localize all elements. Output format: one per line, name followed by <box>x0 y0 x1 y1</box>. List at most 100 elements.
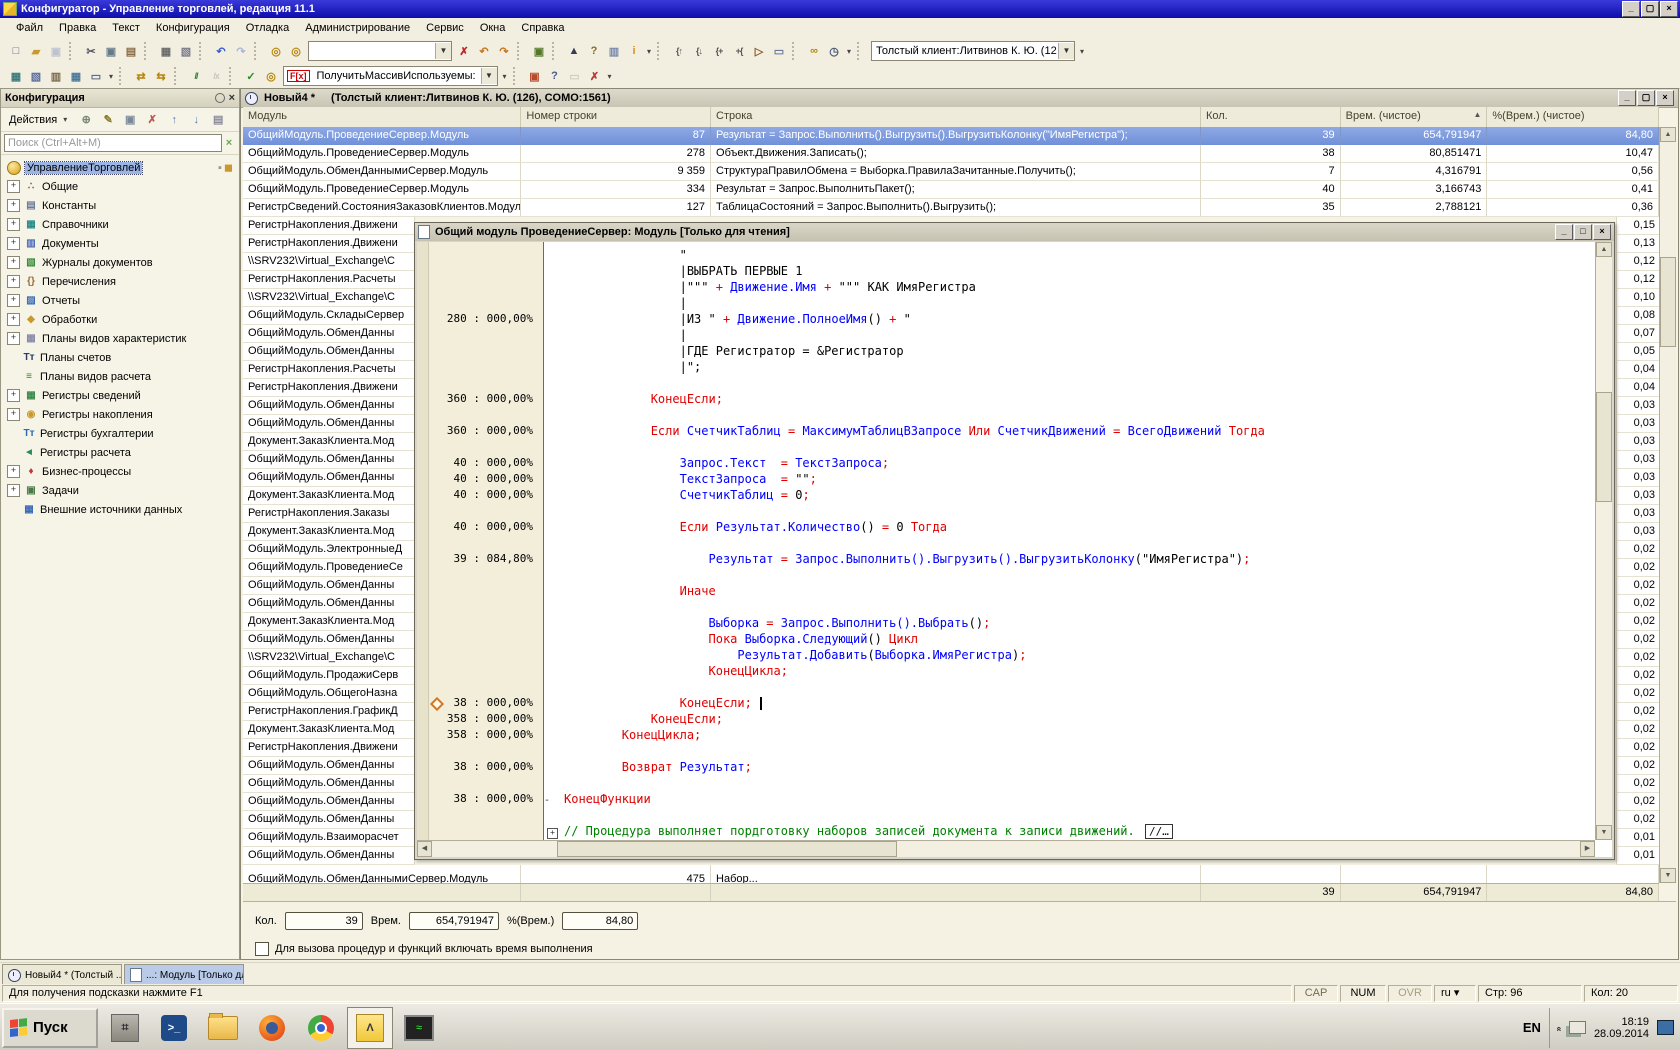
module-list-item[interactable]: ОбщийМодуль.ОбменДанны <box>243 631 415 649</box>
child-minimize-button[interactable]: _ <box>1618 90 1636 106</box>
scroll-down-icon[interactable]: ▼ <box>1660 868 1676 883</box>
code-line[interactable]: |ИЗ " + Движение.ПолноеИмя() + " <box>544 312 1595 328</box>
uncomment-block-icon[interactable]: /x <box>207 68 225 85</box>
code-line[interactable]: |ВЫБРАТЬ ПЕРВЫЕ 1 <box>544 264 1595 280</box>
next-procedure-icon[interactable]: {+ <box>710 43 728 60</box>
menu-item-4[interactable]: Отладка <box>238 20 297 36</box>
tree-item-otchety[interactable]: +▨Отчеты <box>1 291 239 310</box>
function-combo[interactable]: F[x]ПолучитьМассивИспользуемы:▼ <box>283 66 498 86</box>
code-line[interactable]: +// Процедура выполняет пордготовку набо… <box>544 824 1595 840</box>
search-combo[interactable]: ▼ <box>308 41 452 61</box>
tree-item-biznes-processy[interactable]: +♦Бизнес-процессы <box>1 462 239 481</box>
tree-item-registry-nakopleniya[interactable]: +◉Регистры накопления <box>1 405 239 424</box>
tree-item-registry-rascheta[interactable]: ◄Регистры расчета <box>1 443 239 462</box>
merge-configs-icon[interactable]: ⇆ <box>152 68 170 85</box>
tree-item-konstanty[interactable]: +▤Константы <box>1 196 239 215</box>
code-line[interactable] <box>544 536 1595 552</box>
redo-icon[interactable]: ↷ <box>232 43 250 60</box>
code-line[interactable]: Запрос.Текст = ТекстЗапроса; <box>544 456 1595 472</box>
module-list-item[interactable]: ОбщийМодуль.ОбменДанны <box>243 577 415 595</box>
scroll-up-icon[interactable]: ▲ <box>1660 127 1676 142</box>
tree-item-dokumenty[interactable]: +▥Документы <box>1 234 239 253</box>
module-list-item[interactable]: ОбщийМодуль.ПроведениеСе <box>243 559 415 577</box>
code-line[interactable] <box>544 600 1595 616</box>
module-list-item[interactable]: Документ.ЗаказКлиента.Мод <box>243 613 415 631</box>
procedure-end-icon[interactable]: {↓ <box>690 43 708 60</box>
module-list-item[interactable]: \\SRV232\Virtual_Exchange\C <box>243 253 415 271</box>
code-line[interactable]: КонецЦикла; <box>544 664 1595 680</box>
expand-icon[interactable]: + <box>7 180 20 193</box>
code-line[interactable] <box>544 408 1595 424</box>
combo-dropdown-icon[interactable]: ▼ <box>435 43 451 59</box>
add-to-debug-icon[interactable]: ▣ <box>526 68 544 85</box>
find-procedure-icon[interactable]: ◎ <box>262 68 280 85</box>
code-line[interactable]: Пока Выборка.Следующий() Цикл <box>544 632 1595 648</box>
dropdown-arrow-icon[interactable]: ▾ <box>644 47 654 56</box>
code-line[interactable]: КонецЕсли; <box>544 712 1595 728</box>
check-module-icon[interactable]: ✓ <box>242 68 260 85</box>
table-vertical-scrollbar[interactable]: ▲ ▼ <box>1659 127 1676 883</box>
code-line[interactable]: Если СчетчикТаблиц = МаксимумТаблицВЗапр… <box>544 424 1595 440</box>
module-list-item[interactable]: РегистрНакопления.Расчеты <box>243 271 415 289</box>
expand-icon[interactable]: + <box>7 199 20 212</box>
module-list-item[interactable]: РегистрНакопления.Движени <box>243 739 415 757</box>
module-list-item[interactable]: ОбщийМодуль.ПродажиСерв <box>243 667 415 685</box>
code-line[interactable]: " <box>544 248 1595 264</box>
tree-item-obschie[interactable]: +∴Общие <box>1 177 239 196</box>
delete-icon[interactable]: ✗ <box>143 111 161 128</box>
expand-icon[interactable]: + <box>7 408 20 421</box>
bookmark-icon[interactable]: ▭ <box>770 43 788 60</box>
print-preview-icon[interactable]: ▧ <box>177 43 195 60</box>
expand-icon[interactable]: + <box>7 275 20 288</box>
table-row[interactable]: РегистрСведений.СостоянияЗаказовКлиентов… <box>243 199 1659 217</box>
menu-item-0[interactable]: Файл <box>8 20 51 36</box>
objects-table-icon[interactable]: ▦ <box>67 68 85 85</box>
code-line[interactable] <box>544 744 1595 760</box>
module-list-item[interactable]: РегистрНакопления.Заказы <box>243 505 415 523</box>
editor-horizontal-scrollbar[interactable]: ◀ ▶ <box>417 840 1595 857</box>
goto-line-icon[interactable]: +{ <box>730 43 748 60</box>
maximize-button[interactable]: ▢ <box>1641 1 1659 17</box>
clear-search-icon[interactable]: × <box>222 137 236 149</box>
code-line[interactable] <box>544 568 1595 584</box>
scroll-left-icon[interactable]: ◀ <box>417 841 432 857</box>
copy-fragment-icon[interactable]: ▣ <box>530 43 548 60</box>
context-help-icon[interactable]: ? <box>585 43 603 60</box>
watch-icon[interactable]: ? <box>546 68 564 85</box>
search-input[interactable] <box>4 134 222 152</box>
module-list-item[interactable]: ОбщийМодуль.ОбменДанны <box>243 451 415 469</box>
tree-item-vneshnie-istochniki-dannyh[interactable]: ▦Внешние источники данных <box>1 500 239 519</box>
network-icon[interactable] <box>1569 1021 1586 1034</box>
dropdown-arrow-icon[interactable]: ▾ <box>605 72 615 81</box>
editor-maximize-button[interactable]: □ <box>1574 224 1592 240</box>
module-list-item[interactable]: РегистрНакопления.Движени <box>243 379 415 397</box>
comment-block-icon[interactable]: // <box>187 68 205 85</box>
expand-icon[interactable]: + <box>7 389 20 402</box>
time-field[interactable]: 654,791947 <box>409 912 499 930</box>
add-icon[interactable]: ⊕ <box>77 111 95 128</box>
dropdown-arrow-icon[interactable]: ▾ <box>1077 47 1087 56</box>
sort-icon[interactable]: ▤ <box>209 111 227 128</box>
search-text-input[interactable] <box>309 44 435 58</box>
tree-root-item[interactable]: УправлениеТорговлей▪◼ <box>1 158 239 177</box>
child-close-button[interactable]: × <box>1656 90 1674 106</box>
format-document-icon[interactable]: ▷ <box>750 43 768 60</box>
code-line[interactable] <box>544 680 1595 696</box>
menu-item-7[interactable]: Окна <box>472 20 514 36</box>
save-icon[interactable]: ▣ <box>47 43 65 60</box>
column-header-4[interactable]: Врем. (чистое)▲ <box>1341 107 1488 127</box>
module-list-item[interactable]: ОбщийМодуль.ОбщегоНазна <box>243 685 415 703</box>
dropdown-arrow-icon[interactable]: ▾ <box>844 47 854 56</box>
expand-icon[interactable]: + <box>7 218 20 231</box>
scroll-thumb[interactable] <box>557 841 897 857</box>
module-list-item[interactable]: ОбщийМодуль.ОбменДанны <box>243 325 415 343</box>
code-line[interactable]: СчетчикТаблиц = 0; <box>544 488 1595 504</box>
code-line[interactable]: Результат.Добавить(Выборка.ИмяРегистра); <box>544 648 1595 664</box>
storage-icon[interactable]: ▥ <box>47 68 65 85</box>
menu-item-5[interactable]: Администрирование <box>297 20 418 36</box>
combo-dropdown-icon[interactable]: ▼ <box>481 68 497 84</box>
minimize-button[interactable]: _ <box>1622 1 1640 17</box>
show-desktop-icon[interactable] <box>1657 1020 1674 1035</box>
edit-icon[interactable]: ✎ <box>99 111 117 128</box>
tree-item-zadachi[interactable]: +▣Задачи <box>1 481 239 500</box>
